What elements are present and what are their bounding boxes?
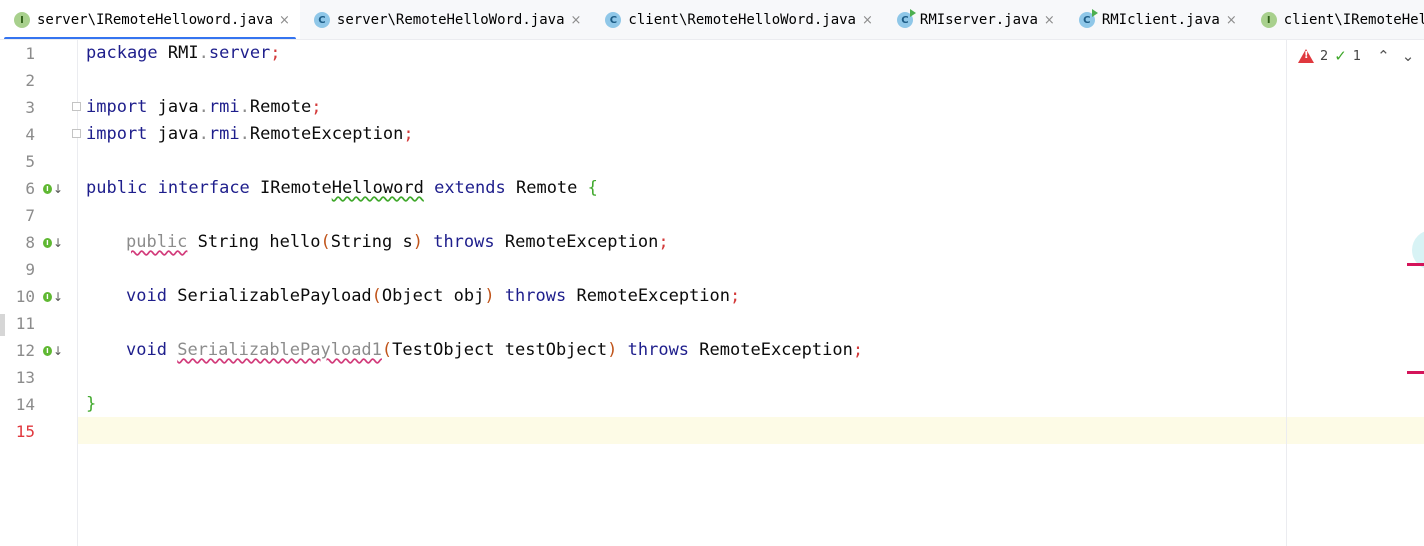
arrow-down-icon: ↓ — [52, 181, 63, 196]
line-number[interactable]: 6 — [5, 175, 35, 202]
line-number[interactable]: 8 — [5, 229, 35, 256]
line-number[interactable]: 10 — [5, 283, 35, 310]
line-number[interactable]: 13 — [5, 364, 35, 391]
close-icon[interactable]: × — [862, 13, 873, 28]
close-icon[interactable]: × — [1044, 13, 1055, 28]
error-triangle-icon — [1298, 49, 1314, 63]
runnable-class-icon: C — [896, 9, 916, 28]
code-line-12: void SerializablePayload1(TestObject tes… — [126, 340, 864, 360]
code-line-14: } — [86, 394, 97, 414]
fold-marker-icon[interactable] — [72, 102, 81, 111]
interface-icon: I — [1260, 12, 1277, 28]
fold-marker-icon[interactable] — [72, 129, 81, 138]
error-stripe-mark[interactable] — [1407, 371, 1424, 374]
tab-label: client\RemoteHelloWord.java — [628, 12, 856, 28]
error-stripe-mark[interactable] — [1407, 263, 1424, 266]
redundant-modifier: public — [126, 232, 188, 252]
implemented-by-icon[interactable]: I ↓ — [43, 175, 63, 202]
code-line-4: import java.rmi.RemoteException; — [86, 124, 414, 144]
implemented-dot-icon: I — [43, 237, 52, 248]
code-line-6: public interface IRemoteHelloword extend… — [86, 178, 598, 198]
code-editor[interactable]: 1 2 3 4 5 6 7 8 9 10 11 12 13 14 15 I ↓ I… — [0, 40, 1424, 546]
tab-iremotehelloword-server[interactable]: I server\IRemoteHelloword.java × — [0, 0, 300, 39]
code-line-8: public String hello(String s) throws Rem… — [126, 232, 669, 252]
runnable-class-icon: C — [1078, 9, 1098, 28]
right-margin-guide — [1286, 40, 1287, 546]
implemented-dot-icon: I — [43, 183, 52, 194]
line-number[interactable]: 2 — [5, 67, 35, 94]
close-icon[interactable]: × — [571, 13, 582, 28]
arrow-down-icon: ↓ — [52, 343, 63, 358]
line-number[interactable]: 9 — [5, 256, 35, 283]
implemented-by-icon[interactable]: I ↓ — [43, 337, 63, 364]
tab-label: RMIserver.java — [919, 12, 1038, 28]
implemented-dot-icon: I — [43, 291, 52, 302]
tab-label: server\RemoteHelloWord.java — [336, 12, 565, 28]
unused-method-warning: SerializablePayload1 — [177, 340, 382, 360]
class-icon: C — [605, 12, 622, 28]
tab-rmiserver[interactable]: C RMIserver.java × — [883, 0, 1065, 39]
close-icon[interactable]: × — [1226, 13, 1237, 28]
inspection-widget[interactable]: 2 ✓ 1 ⌃ ⌄ — [1298, 46, 1414, 66]
close-icon[interactable]: × — [279, 13, 290, 28]
tab-remotehelloword-client[interactable]: C client\RemoteHelloWord.java × — [591, 0, 882, 39]
line-number[interactable]: 3 — [5, 94, 35, 121]
line-number[interactable]: 11 — [5, 310, 35, 337]
tab-remotehelloword-server[interactable]: C server\RemoteHelloWord.java × — [300, 0, 591, 39]
editor-tab-bar: I server\IRemoteHelloword.java × C serve… — [0, 0, 1424, 40]
current-line-number[interactable]: 15 — [5, 418, 35, 445]
tab-label: client\IRemoteHellowo — [1283, 12, 1424, 28]
implemented-by-icon[interactable]: I ↓ — [43, 283, 63, 310]
arrow-down-icon: ↓ — [52, 289, 63, 304]
line-number[interactable]: 7 — [5, 202, 35, 229]
warning-check-icon: ✓ — [1334, 47, 1347, 65]
tab-rmiclient[interactable]: C RMIclient.java × — [1065, 0, 1247, 39]
class-icon: C — [313, 12, 330, 28]
chevron-up-icon[interactable]: ⌃ — [1377, 47, 1390, 65]
arrow-down-icon: ↓ — [52, 235, 63, 250]
code-line-3: import java.rmi.Remote; — [86, 97, 322, 117]
tab-iremotehelloword-client[interactable]: I client\IRemoteHellowo — [1247, 0, 1424, 39]
line-number[interactable]: 1 — [5, 40, 35, 67]
line-number[interactable]: 14 — [5, 391, 35, 418]
chevron-down-icon[interactable]: ⌄ — [1402, 47, 1415, 65]
code-line-1: package RMI.server; — [86, 43, 281, 63]
line-number[interactable]: 12 — [5, 337, 35, 364]
caret-row-highlight — [5, 417, 1424, 444]
implemented-dot-icon: I — [43, 345, 52, 356]
typo-warning: Helloword — [331, 178, 424, 198]
implemented-by-icon[interactable]: I ↓ — [43, 229, 63, 256]
code-line-10: void SerializablePayload(Object obj) thr… — [126, 286, 741, 306]
error-count: 2 — [1320, 48, 1329, 64]
tab-label: server\IRemoteHelloword.java — [37, 12, 274, 28]
warning-count: 1 — [1352, 48, 1362, 64]
interface-icon: I — [14, 12, 30, 28]
line-number[interactable]: 4 — [5, 121, 35, 148]
tab-label: RMIclient.java — [1101, 12, 1220, 28]
line-number[interactable]: 5 — [5, 148, 35, 175]
